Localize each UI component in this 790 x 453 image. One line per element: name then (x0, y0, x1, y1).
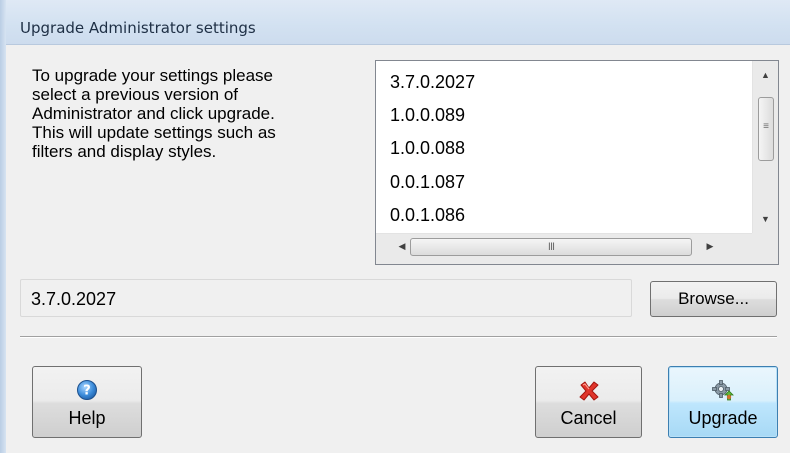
separator-line (20, 336, 777, 338)
scroll-right-arrow-icon[interactable]: ▶ (700, 234, 720, 264)
red-x-icon (536, 379, 641, 403)
scroll-down-arrow-icon[interactable]: ▼ (753, 209, 778, 229)
vertical-scrollbar[interactable]: ▲ ≡ ▼ (752, 61, 778, 233)
version-listbox[interactable]: 3.7.0.2027 1.0.0.089 1.0.0.088 0.0.1.087… (375, 60, 779, 265)
list-item[interactable]: 1.0.0.089 (390, 105, 465, 126)
upgrade-button-label: Upgrade (688, 408, 758, 428)
window-title: Upgrade Administrator settings (20, 19, 256, 37)
svg-text:?: ? (83, 384, 91, 399)
help-circle-icon: ? (33, 379, 141, 401)
vertical-scroll-thumb[interactable]: ≡ (758, 97, 774, 161)
title-bar[interactable]: Upgrade Administrator settings (6, 0, 790, 45)
cancel-button-label: Cancel (560, 408, 617, 428)
scroll-grip-icon: ≡ (763, 121, 769, 132)
gear-upgrade-icon (669, 379, 777, 403)
help-button-label: Help (68, 408, 106, 428)
list-item[interactable]: 0.0.1.087 (390, 172, 465, 193)
scroll-up-arrow-icon[interactable]: ▲ (753, 65, 778, 85)
version-list-items: 3.7.0.2027 1.0.0.089 1.0.0.088 0.0.1.087… (376, 61, 750, 233)
selected-version-field[interactable]: 3.7.0.2027 (20, 279, 632, 317)
upgrade-button[interactable]: Upgrade (668, 366, 778, 438)
cancel-button[interactable]: Cancel (535, 366, 642, 438)
list-item[interactable]: 3.7.0.2027 (390, 72, 475, 93)
instructions-text: To upgrade your settings please select a… (32, 66, 276, 161)
browse-button[interactable]: Browse... (650, 281, 777, 317)
list-item[interactable]: 1.0.0.088 (390, 138, 465, 159)
horizontal-scrollbar[interactable]: ◀ III ▶ (376, 233, 752, 264)
scroll-grip-icon: III (547, 241, 555, 253)
list-item[interactable]: 0.0.1.086 (390, 205, 465, 226)
scroll-left-arrow-icon[interactable]: ◀ (392, 234, 412, 264)
horizontal-scroll-thumb[interactable]: III (410, 238, 692, 256)
help-button[interactable]: ? Help (32, 366, 142, 438)
scrollbar-corner (752, 233, 778, 264)
